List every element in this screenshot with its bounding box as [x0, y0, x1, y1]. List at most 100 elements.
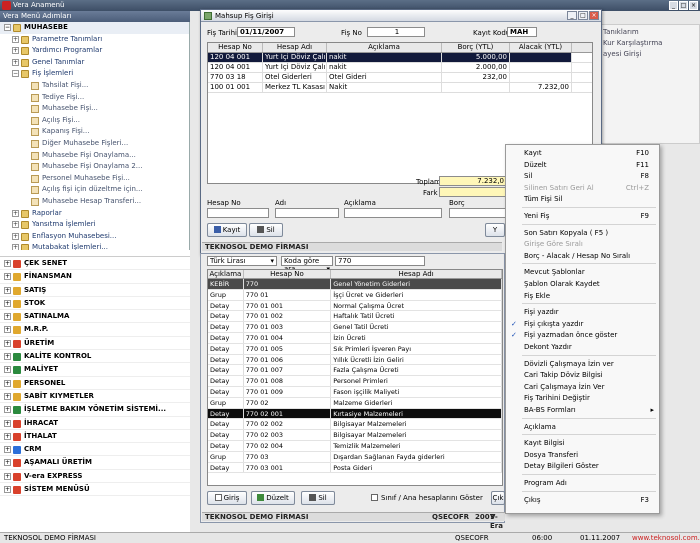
expand-toggle-icon[interactable]: + [4, 273, 11, 281]
tree-item[interactable]: Tahsilat Fişi... [0, 80, 189, 92]
table-cell[interactable]: 770 03 [244, 451, 332, 462]
tree-item[interactable]: Kapanış Fişi... [0, 126, 189, 138]
module-item[interactable]: + SATIŞ [0, 284, 190, 297]
close-button[interactable]: × [689, 1, 698, 10]
table-row[interactable]: Detay 770 01 003 Genel Tatil Ücreti [208, 322, 502, 333]
tree-item[interactable]: + Yansıtma İşlemleri [0, 219, 189, 231]
module-item[interactable]: + ÜRETİM [0, 337, 190, 351]
tree-item[interactable]: + Raporlar [0, 208, 189, 220]
borc-input[interactable] [449, 208, 507, 218]
expand-toggle-icon[interactable]: + [4, 339, 11, 347]
table-cell[interactable]: Detay [208, 386, 244, 397]
expand-toggle-icon[interactable]: + [4, 419, 11, 427]
context-menu-item[interactable]: Dekont Yazdır [506, 341, 659, 353]
minimize-button[interactable]: _ [669, 1, 678, 10]
table-cell[interactable]: İzin Ücreti [331, 332, 502, 343]
tree-item[interactable]: + Mutabakat İşlemleri... [0, 242, 189, 250]
table-row[interactable]: 770 03 18 Otel Giderleri Otel Gideri 232,00 [208, 73, 592, 83]
tree-item[interactable]: + Yardımcı Programlar [0, 45, 189, 57]
table-cell[interactable]: 120 04 001 [208, 53, 263, 62]
table-row[interactable]: Detay 770 01 006 Yıllık Ücretli İzin Gelir… [208, 354, 502, 366]
col-header[interactable]: Hesap Adı [331, 270, 502, 278]
tree-item[interactable]: Muhasebe Fişi Onaylama... [0, 150, 189, 162]
table-cell[interactable]: Malzeme Giderleri [331, 397, 502, 408]
table-row[interactable]: Detay 770 01 002 Haftalık Tatil Ücreti [208, 311, 502, 323]
expand-toggle-icon[interactable]: + [4, 366, 11, 374]
col-header[interactable]: Hesap No [208, 43, 263, 52]
table-cell[interactable]: 770 01 006 [244, 354, 332, 365]
table-cell[interactable]: 5.000,00 [442, 53, 510, 62]
table-cell[interactable]: Detay [208, 343, 244, 354]
module-item[interactable]: + İHRACAT [0, 417, 190, 430]
context-menu-item[interactable]: Açıklama [506, 421, 659, 433]
module-item[interactable]: + SABİT KIYMETLER [0, 390, 190, 404]
tree-item[interactable]: Muhasebe Hesap Transferi... [0, 196, 189, 208]
sil-button[interactable]: Sil [249, 223, 283, 237]
table-cell[interactable]: 770 03 001 [244, 462, 332, 473]
adi-input[interactable] [275, 208, 339, 218]
tree-item[interactable]: + Genel Tanımlar [0, 57, 189, 69]
table-cell[interactable]: 7.232,00 [510, 83, 572, 92]
cut-button[interactable]: Y [485, 223, 505, 237]
module-item[interactable]: + M.R.P. [0, 323, 190, 337]
context-menu-item[interactable]: Tüm Fişi Sil [506, 193, 659, 205]
context-menu-item[interactable]: Kayıt F10 [506, 147, 659, 159]
col-header[interactable]: Hesap No [244, 270, 332, 278]
module-item[interactable]: + MALİYET [0, 363, 190, 377]
fis-tarihi-field[interactable]: 01/11/2007 [237, 27, 295, 37]
col-header[interactable]: Açıklama [327, 43, 442, 52]
module-item[interactable]: + STOK [0, 297, 190, 311]
table-cell[interactable]: Detay [208, 440, 244, 451]
table-cell[interactable]: Detay [208, 376, 244, 386]
table-cell[interactable]: 770 02 003 [244, 430, 332, 440]
context-menu-item[interactable]: Program Adı [506, 477, 659, 489]
context-menu-item[interactable]: Cari Takip Döviz Bilgisi [506, 369, 659, 381]
search-input[interactable]: 770 [335, 256, 425, 266]
context-menu-item[interactable]: Sil F8 [506, 170, 659, 182]
table-cell[interactable]: 120 04 001 [208, 63, 263, 72]
table-cell[interactable]: Grup [208, 397, 244, 408]
expand-toggle-icon[interactable]: + [4, 379, 11, 387]
tree-item[interactable]: Tediye Fişi... [0, 92, 189, 104]
expand-toggle-icon[interactable]: + [4, 432, 11, 440]
expand-toggle-icon[interactable]: + [12, 58, 19, 66]
table-cell[interactable]: 100 01 001 [208, 83, 263, 92]
table-cell[interactable]: Genel Tatil Ücreti [331, 322, 502, 332]
expand-toggle-icon[interactable]: + [12, 47, 19, 55]
table-cell[interactable]: Detay [208, 365, 244, 376]
table-row[interactable]: KEBİR 770 Genel Yönetim Giderleri [208, 279, 502, 290]
module-item[interactable]: + SİSTEM MENÜSÜ [0, 483, 190, 497]
backdrop-item[interactable]: ayesi Girişi [591, 47, 699, 58]
expand-toggle-icon[interactable]: − [12, 70, 19, 78]
table-cell[interactable]: Posta Gideri [331, 462, 502, 473]
expand-toggle-icon[interactable]: + [4, 392, 11, 400]
expand-toggle-icon[interactable]: + [4, 299, 11, 307]
expand-toggle-icon[interactable]: − [4, 24, 11, 31]
giris-button[interactable]: Giriş [207, 491, 247, 505]
module-item[interactable]: + İŞLETME BAKIM YÖNETİM SİSTEMİ... [0, 403, 190, 417]
expand-toggle-icon[interactable]: + [12, 35, 19, 43]
fis-no-field[interactable]: 1 [367, 27, 425, 37]
context-menu-item[interactable]: Son Satırı Kopyala ( F5 ) [506, 227, 659, 239]
table-cell[interactable]: Haftalık Tatil Ücreti [331, 311, 502, 322]
duzelt-button[interactable]: Düzelt [251, 491, 295, 505]
table-cell[interactable]: Detay [208, 408, 244, 419]
table-cell[interactable]: 232,00 [442, 73, 510, 82]
table-cell[interactable]: 770 01 002 [244, 311, 332, 322]
col-header[interactable]: Alacak (YTL) [510, 43, 572, 52]
table-cell[interactable] [510, 63, 572, 72]
kayit-kodu-field[interactable]: MAH [507, 27, 537, 37]
context-menu-item[interactable]: Fiş Ekle [506, 290, 659, 302]
table-cell[interactable] [442, 83, 510, 92]
tree-item[interactable]: Muhasebe Fişi... [0, 103, 189, 115]
status-url[interactable]: www.teknosol.com.tr [632, 533, 700, 543]
table-cell[interactable]: Sık Primleri İşveren Payı [331, 343, 502, 354]
col-header[interactable]: Borç (YTL) [442, 43, 510, 52]
table-cell[interactable]: 770 01 008 [244, 376, 332, 386]
context-menu-item[interactable]: Şablon Olarak Kaydet [506, 278, 659, 290]
table-row[interactable]: Grup 770 03 Dışardan Sağlanan Fayda giderl… [208, 451, 502, 463]
table-row[interactable]: 120 04 001Yurt İçi Döviz Çalışannakit5.0… [208, 53, 592, 63]
tree-item[interactable]: Açılış Fişi... [0, 115, 189, 127]
table-cell[interactable]: Genel Yönetim Giderleri [331, 279, 502, 289]
lookup-sil-button[interactable]: Sil [301, 491, 335, 505]
